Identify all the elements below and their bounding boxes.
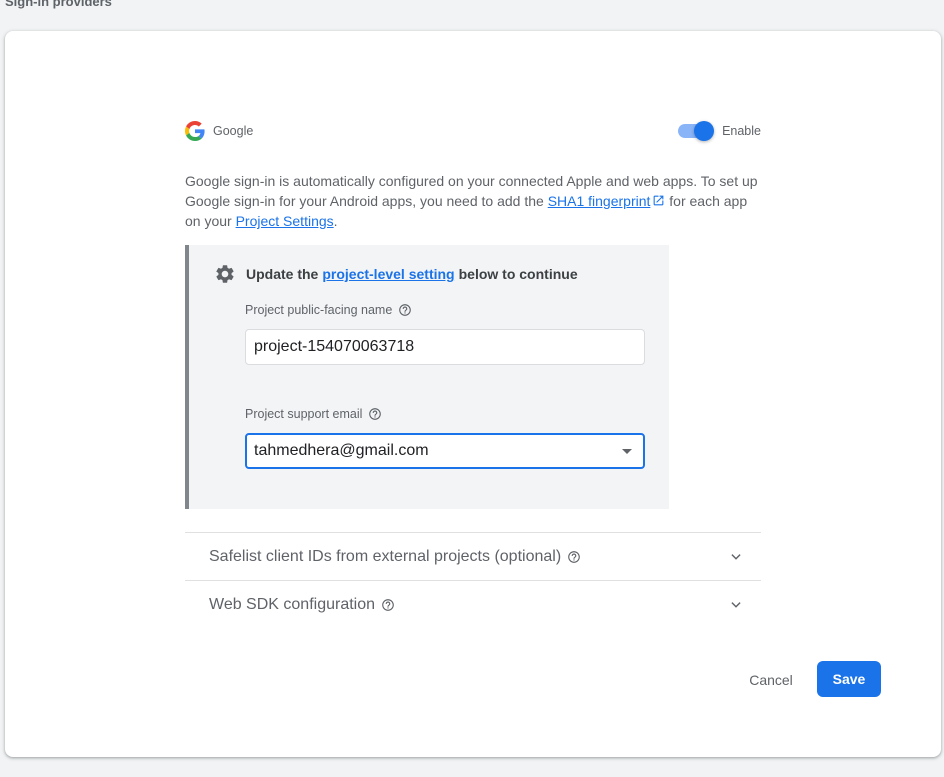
provider-name: Google [213,124,254,138]
page-title: Sign-in providers [5,0,112,9]
support-email-select[interactable]: tahmedhera@gmail.com [245,433,645,469]
notice-heading: Update the project-level setting below t… [214,263,578,285]
notice-prefix: Update the [246,266,319,282]
external-link-icon [654,195,664,206]
enable-toggle[interactable] [678,121,715,141]
project-level-setting-link[interactable]: project-level setting [322,266,454,282]
toggle-knob [694,121,715,141]
provider-config-card: Google Enable Google sign-in is automati… [5,31,941,757]
public-name-input[interactable]: project-154070063718 [245,329,645,365]
notice-suffix: below to continue [458,266,578,282]
sha1-fingerprint-link[interactable]: SHA1 fingerprint [548,193,651,209]
project-settings-notice: Update the project-level setting below t… [185,245,669,509]
google-g-icon [185,121,205,141]
help-icon[interactable] [567,550,581,564]
help-icon[interactable] [398,303,412,317]
expander-label: Web SDK configuration [209,595,376,613]
provider-description: Google sign-in is automatically configur… [185,171,765,231]
safelist-client-ids-expander[interactable]: Safelist client IDs from external projec… [185,532,761,580]
dropdown-arrow-icon [622,448,632,454]
help-icon[interactable] [368,407,382,421]
gear-icon [216,265,234,283]
project-settings-link[interactable]: Project Settings [236,213,334,229]
enable-toggle-group: Enable [678,121,761,141]
support-email-value: tahmedhera@gmail.com [254,442,429,459]
support-email-label: Project support email [245,407,382,421]
public-name-label: Project public-facing name [245,303,412,317]
public-name-label-text: Project public-facing name [245,303,393,317]
provider-header: Google Enable [185,119,761,143]
cancel-button[interactable]: Cancel [737,662,805,698]
save-button[interactable]: Save [817,661,881,697]
web-sdk-config-expander[interactable]: Web SDK configuration [185,580,761,628]
help-icon[interactable] [381,598,395,612]
chevron-down-icon [731,601,741,608]
enable-label: Enable [722,124,761,138]
description-text-3: . [333,213,338,229]
expander-label: Safelist client IDs from external projec… [209,547,562,565]
support-email-label-text: Project support email [245,407,363,421]
chevron-down-icon [731,553,741,560]
